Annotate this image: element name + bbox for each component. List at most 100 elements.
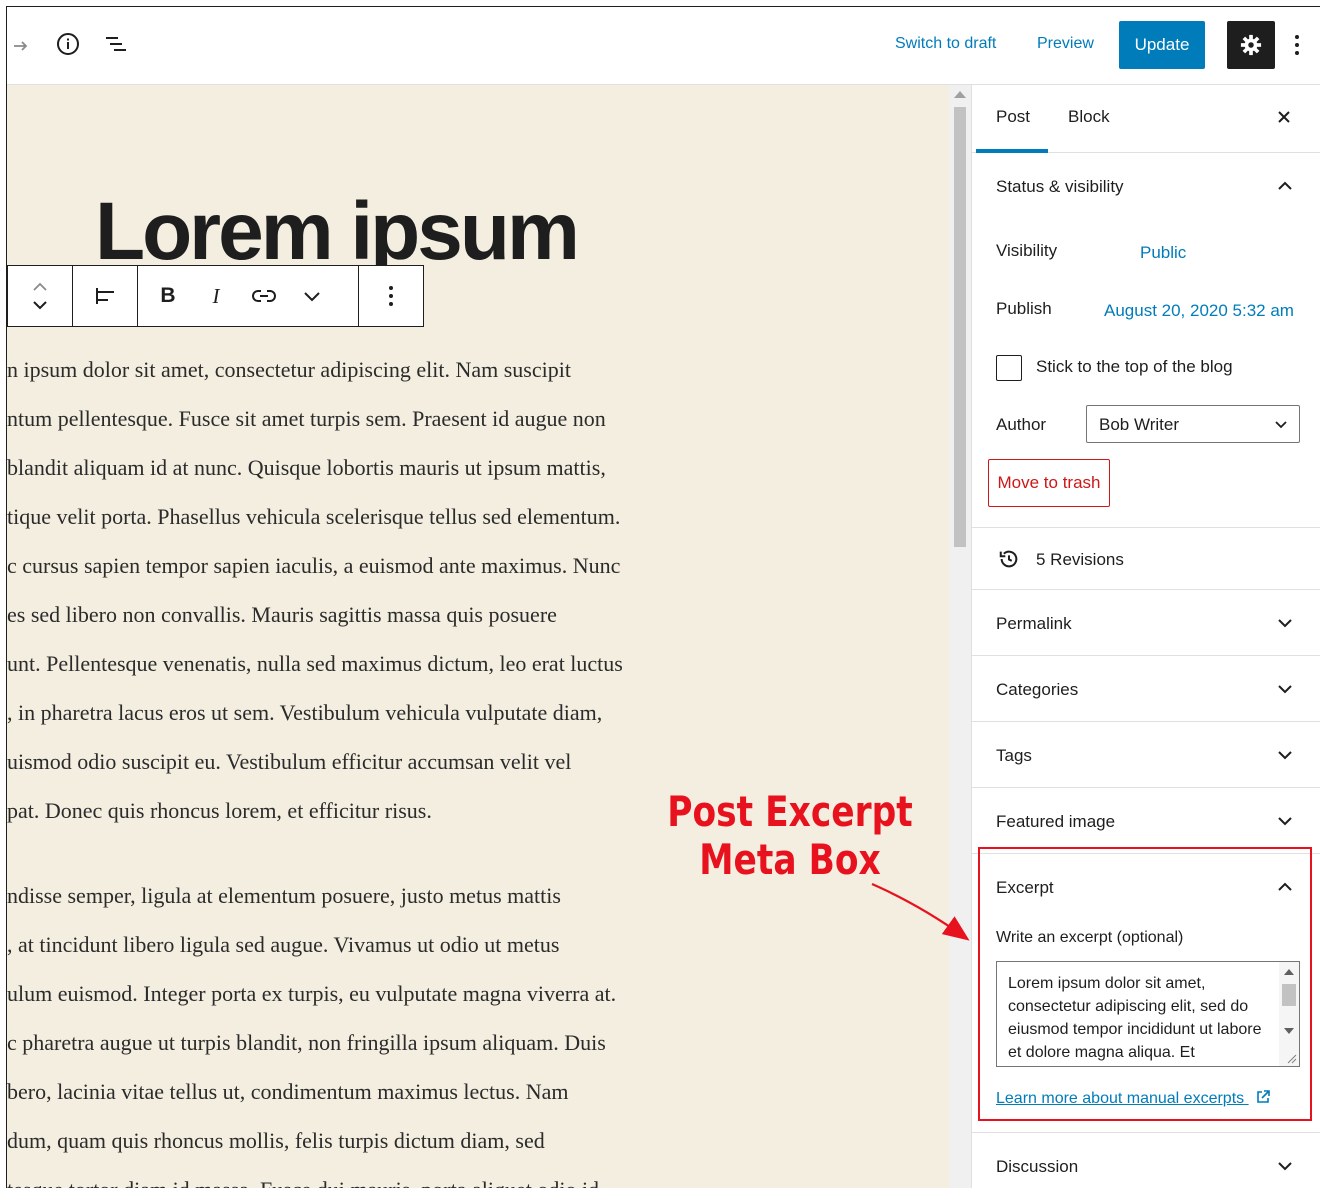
- revisions-link[interactable]: 5 Revisions: [972, 528, 1320, 590]
- app-window: Switch to draft Preview Update Lorem ips…: [6, 6, 1320, 1188]
- visibility-value-link[interactable]: Public: [1140, 243, 1186, 263]
- paragraph-line: tique velit porta. Phasellus vehicula sc…: [7, 504, 621, 529]
- panel-title: Discussion: [996, 1157, 1079, 1176]
- editor-top-toolbar: Switch to draft Preview Update: [7, 7, 1320, 85]
- link-button[interactable]: [240, 266, 288, 326]
- editor-scrollbar[interactable]: [949, 85, 971, 1188]
- author-label: Author: [996, 415, 1047, 434]
- block-options-button[interactable]: [359, 266, 423, 326]
- scroll-down-arrow-icon[interactable]: [1284, 1028, 1294, 1034]
- panel-permalink-toggle[interactable]: Permalink: [972, 590, 1320, 656]
- visibility-label: Visibility: [996, 241, 1058, 260]
- editor-canvas[interactable]: Lorem ipsum B I n ipsum dolor sit amet, …: [7, 85, 949, 1188]
- paragraph-line: blandit aliquam id at nunc. Quisque lobo…: [7, 455, 606, 480]
- update-button[interactable]: Update: [1119, 21, 1205, 69]
- scroll-up-arrow-icon[interactable]: [954, 91, 966, 98]
- excerpt-textarea[interactable]: Lorem ipsum dolor sit amet, consectetur …: [996, 961, 1300, 1067]
- learn-more-text: Learn more about manual excerpts: [996, 1090, 1245, 1107]
- annotation-line: Post Excerpt: [667, 787, 913, 836]
- preview-button[interactable]: Preview: [1037, 35, 1094, 53]
- panel-title: Categories: [996, 680, 1079, 699]
- move-to-trash-button[interactable]: Move to trash: [988, 459, 1110, 507]
- external-link-icon: [1256, 1090, 1270, 1103]
- resize-handle-icon[interactable]: [1285, 1052, 1297, 1064]
- italic-button[interactable]: I: [192, 266, 240, 326]
- annotation-label: Post Excerpt Meta Box: [667, 788, 913, 884]
- list-view-icon[interactable]: [101, 29, 131, 59]
- excerpt-textarea-value: Lorem ipsum dolor sit amet, consectetur …: [1008, 975, 1262, 1061]
- tab-post[interactable]: Post: [996, 107, 1030, 127]
- paragraph-line: uismod odio suscipit eu. Vestibulum effi…: [7, 749, 572, 774]
- paragraph-line: dum, quam quis rhoncus mollis, felis tur…: [7, 1128, 545, 1153]
- author-select[interactable]: Bob Writer: [1086, 405, 1300, 443]
- chevron-down-icon: [1273, 416, 1289, 437]
- settings-sidebar: Post Block Status & visibility Visibilit…: [971, 85, 1320, 1188]
- close-icon: [1278, 111, 1290, 123]
- link-icon: [252, 290, 276, 302]
- excerpt-field-label: Write an excerpt (optional): [996, 929, 1184, 946]
- sidebar-tabs: Post Block: [972, 85, 1320, 153]
- redo-icon[interactable]: [7, 29, 37, 59]
- paragraph-line: ulum euismod. Integer porta ex turpis, e…: [7, 981, 617, 1006]
- paragraph-block[interactable]: ndisse semper, ligula at elementum posue…: [7, 871, 947, 1188]
- info-icon[interactable]: [53, 29, 83, 59]
- excerpt-scrollbar[interactable]: [1279, 962, 1299, 1066]
- more-vertical-icon: [389, 286, 393, 306]
- chevron-up-icon: [1274, 876, 1296, 898]
- paragraph-line: c cursus sapien tempor sapien iaculis, a…: [7, 553, 621, 578]
- align-left-icon: [96, 288, 114, 304]
- panel-categories-toggle[interactable]: Categories: [972, 656, 1320, 722]
- panel-title: Permalink: [996, 614, 1072, 633]
- publish-date-link[interactable]: August 20, 2020 5:32 am: [1104, 301, 1294, 321]
- chevron-down-icon: [1274, 744, 1296, 766]
- paragraph-line: es sed libero non convallis. Mauris sagi…: [7, 602, 557, 627]
- chevron-down-icon: [1274, 1155, 1296, 1177]
- paragraph-line: ntum pellentesque. Fusce sit amet turpis…: [7, 406, 606, 431]
- paragraph-line: tesque tortor diam id massa. Fusce dui m…: [7, 1165, 947, 1188]
- history-icon: [998, 548, 1020, 575]
- up-down-chevron-icon: [33, 282, 47, 310]
- paragraph-line: , at tincidunt libero ligula sed augue. …: [7, 932, 560, 957]
- paragraph-line: n ipsum dolor sit amet, consectetur adip…: [7, 357, 571, 382]
- gear-icon: [1240, 34, 1262, 56]
- more-vertical-icon: [1295, 35, 1299, 55]
- switch-to-draft-button[interactable]: Switch to draft: [895, 35, 996, 53]
- panel-excerpt-toggle[interactable]: Excerpt: [972, 854, 1320, 920]
- bold-button[interactable]: B: [144, 266, 192, 326]
- more-options-button[interactable]: [1287, 29, 1307, 61]
- paragraph-block[interactable]: n ipsum dolor sit amet, consectetur adip…: [7, 345, 947, 835]
- scrollbar-thumb[interactable]: [954, 107, 966, 547]
- chevron-up-icon: [1274, 175, 1296, 197]
- stick-to-top-checkbox[interactable]: [996, 355, 1022, 381]
- align-button[interactable]: [73, 266, 137, 326]
- chevron-down-icon: [1274, 612, 1296, 634]
- paragraph-line: bero, lacinia vitae tellus ut, condiment…: [7, 1079, 569, 1104]
- panel-status-visibility-toggle[interactable]: Status & visibility: [972, 153, 1320, 219]
- tab-block[interactable]: Block: [1068, 107, 1110, 127]
- chevron-down-icon: [304, 292, 320, 302]
- scrollbar-thumb[interactable]: [1282, 984, 1296, 1006]
- learn-more-excerpts-link[interactable]: Learn more about manual excerpts: [996, 1089, 1271, 1108]
- block-toolbar: B I: [7, 265, 424, 327]
- panel-title: Tags: [996, 746, 1032, 765]
- stick-to-top-label: Stick to the top of the blog: [1036, 357, 1233, 376]
- panel-title: Status & visibility: [996, 177, 1124, 196]
- close-sidebar-button[interactable]: [1272, 105, 1296, 129]
- author-select-value: Bob Writer: [1099, 415, 1179, 434]
- settings-button[interactable]: [1227, 21, 1275, 69]
- panel-title: Excerpt: [996, 878, 1054, 897]
- panel-featured-image-toggle[interactable]: Featured image: [972, 788, 1320, 854]
- paragraph-line: unt. Pellentesque venenatis, nulla sed m…: [7, 651, 623, 676]
- paragraph-line: , in pharetra lacus eros ut sem. Vestibu…: [7, 700, 603, 725]
- panel-title: Featured image: [996, 812, 1116, 831]
- more-rich-text-button[interactable]: [288, 266, 336, 326]
- panel-tags-toggle[interactable]: Tags: [972, 722, 1320, 788]
- scroll-up-arrow-icon[interactable]: [1284, 969, 1294, 975]
- paragraph-line: c pharetra augue ut turpis blandit, non …: [7, 1030, 606, 1055]
- chevron-down-icon: [1274, 678, 1296, 700]
- annotation-line: Meta Box: [699, 835, 881, 884]
- publish-label: Publish: [996, 299, 1052, 318]
- block-mover-button[interactable]: [8, 266, 72, 326]
- panel-discussion-toggle[interactable]: Discussion: [972, 1133, 1320, 1188]
- chevron-down-icon: [1274, 810, 1296, 832]
